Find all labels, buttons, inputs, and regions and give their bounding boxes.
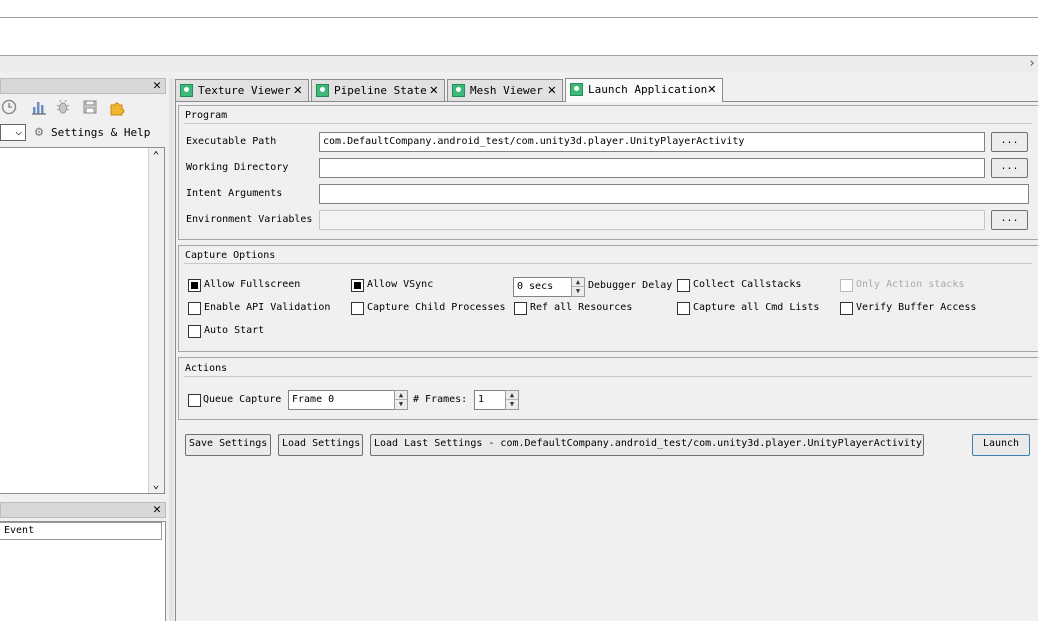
tab-pipeline-state[interactable]: Pipeline State ✕ xyxy=(311,79,445,101)
executable-path-input[interactable]: com.DefaultCompany.android_test/com.unit… xyxy=(319,132,985,152)
executable-path-label: Executable Path xyxy=(186,136,277,147)
close-icon[interactable]: ✕ xyxy=(150,78,164,94)
tab-mesh-viewer[interactable]: Mesh Viewer ✕ xyxy=(447,79,563,101)
divider xyxy=(184,376,1032,377)
spin-down-icon[interactable]: ▼ xyxy=(506,400,518,409)
browse-executable-button[interactable]: ... xyxy=(991,132,1028,152)
scroll-up-icon[interactable]: ⌃ xyxy=(148,148,164,164)
auto-start-checkbox[interactable] xyxy=(188,325,201,338)
divider xyxy=(184,263,1032,264)
chevron-down-icon: ⌵ xyxy=(15,125,22,138)
group-title: Program xyxy=(185,110,228,121)
column-header-event[interactable]: Event xyxy=(0,522,162,540)
close-icon[interactable]: ✕ xyxy=(548,82,556,98)
panel-title-bar xyxy=(0,502,166,518)
dock-header-strip xyxy=(0,56,1038,72)
event-tree[interactable] xyxy=(0,147,165,494)
collect-callstacks-checkbox[interactable] xyxy=(677,279,690,292)
queue-frame-input[interactable]: Frame 0 xyxy=(288,390,396,410)
edit-environment-button[interactable]: ... xyxy=(991,210,1028,230)
panel-title-bar xyxy=(0,78,166,94)
tab-launch-application[interactable]: Launch Application ✕ xyxy=(565,78,723,102)
close-icon[interactable]: ✕ xyxy=(150,502,164,518)
allow-vsync-checkbox[interactable] xyxy=(351,279,364,292)
tab-icon xyxy=(316,84,329,97)
actions-group xyxy=(178,357,1038,420)
spin-down-icon[interactable]: ▼ xyxy=(395,400,407,409)
launch-button[interactable]: Launch xyxy=(972,434,1030,456)
load-settings-button[interactable]: Load Settings xyxy=(278,434,363,456)
spin-up-icon[interactable]: ▲ xyxy=(572,278,584,287)
enable-api-validation-checkbox[interactable] xyxy=(188,302,201,315)
auto-start-label: Auto Start xyxy=(204,325,265,336)
tab-texture-viewer[interactable]: Texture Viewer ✕ xyxy=(175,79,309,101)
capture-child-processes-label: Capture Child Processes xyxy=(367,302,506,313)
browse-directory-button[interactable]: ... xyxy=(991,158,1028,178)
bar-chart-icon[interactable] xyxy=(30,99,48,117)
allow-vsync-label: Allow VSync xyxy=(367,279,434,290)
save-settings-button[interactable]: Save Settings xyxy=(185,434,271,456)
tab-label: Mesh Viewer xyxy=(470,84,543,97)
queue-capture-label: Queue Capture xyxy=(203,394,282,405)
load-last-settings-button[interactable]: Load Last Settings - com.DefaultCompany.… xyxy=(370,434,924,456)
num-frames-input[interactable]: 1 xyxy=(474,390,506,410)
event-filter-combo[interactable]: ⌵ xyxy=(0,124,26,141)
num-frames-label: # Frames: xyxy=(413,394,468,405)
tab-label: Pipeline State xyxy=(334,84,427,97)
working-directory-label: Working Directory xyxy=(186,162,289,173)
collect-callstacks-label: Collect Callstacks xyxy=(693,279,802,290)
tab-icon xyxy=(570,83,583,96)
capture-options-group xyxy=(178,245,1038,352)
allow-fullscreen-checkbox[interactable] xyxy=(188,279,201,292)
chevron-right-icon[interactable]: › xyxy=(1028,56,1038,72)
clock-icon[interactable] xyxy=(0,99,18,117)
group-title: Actions xyxy=(185,363,228,374)
working-directory-input[interactable] xyxy=(319,158,985,178)
queue-frame-stepper[interactable]: ▲ ▼ xyxy=(394,390,408,410)
debugger-delay-input[interactable]: 0 secs xyxy=(513,277,573,297)
tab-icon xyxy=(452,84,465,97)
divider xyxy=(184,123,1032,124)
capture-child-processes-checkbox[interactable] xyxy=(351,302,364,315)
settings-help-button[interactable]: Settings & Help xyxy=(51,124,150,141)
capture-all-cmd-lists-label: Capture all Cmd Lists xyxy=(693,302,820,313)
vertical-scrollbar[interactable] xyxy=(148,148,164,493)
spin-down-icon[interactable]: ▼ xyxy=(572,287,584,296)
tab-label: Launch Application xyxy=(588,83,708,96)
close-icon[interactable]: ✕ xyxy=(294,82,302,98)
tab-icon xyxy=(180,84,193,97)
scroll-down-icon[interactable]: ⌄ xyxy=(148,477,164,493)
close-icon[interactable]: ✕ xyxy=(708,81,716,97)
enable-api-validation-label: Enable API Validation xyxy=(204,302,331,313)
only-action-stacks-label: Only Action stacks xyxy=(856,279,965,290)
environment-variables-label: Environment Variables xyxy=(186,214,313,225)
save-icon[interactable] xyxy=(81,99,99,117)
environment-variables-input xyxy=(319,210,985,230)
tab-label: Texture Viewer xyxy=(198,84,291,97)
title-area xyxy=(0,0,1038,17)
num-frames-stepper[interactable]: ▲ ▼ xyxy=(505,390,519,410)
debugger-delay-stepper[interactable]: ▲ ▼ xyxy=(571,277,585,297)
main-toolbar-area xyxy=(0,18,1038,55)
close-icon[interactable]: ✕ xyxy=(430,82,438,98)
bug-icon[interactable] xyxy=(54,99,72,117)
ref-all-resources-label: Ref all Resources xyxy=(530,302,633,313)
allow-fullscreen-label: Allow Fullscreen xyxy=(204,279,301,290)
only-action-stacks-checkbox xyxy=(840,279,853,292)
debugger-delay-label: Debugger Delay xyxy=(588,280,673,291)
group-title: Capture Options xyxy=(185,250,276,261)
gear-icon[interactable]: ⚙ xyxy=(31,124,47,141)
ref-all-resources-checkbox[interactable] xyxy=(514,302,527,315)
verify-buffer-access-label: Verify Buffer Access xyxy=(856,302,977,313)
verify-buffer-access-checkbox[interactable] xyxy=(840,302,853,315)
capture-all-cmd-lists-checkbox[interactable] xyxy=(677,302,690,315)
puzzle-icon[interactable] xyxy=(108,99,126,117)
intent-arguments-label: Intent Arguments xyxy=(186,188,283,199)
spin-up-icon[interactable]: ▲ xyxy=(506,391,518,400)
queue-capture-checkbox[interactable] xyxy=(188,394,201,407)
intent-arguments-input[interactable] xyxy=(319,184,1029,204)
spin-up-icon[interactable]: ▲ xyxy=(395,391,407,400)
panel-splitter[interactable] xyxy=(169,78,174,621)
